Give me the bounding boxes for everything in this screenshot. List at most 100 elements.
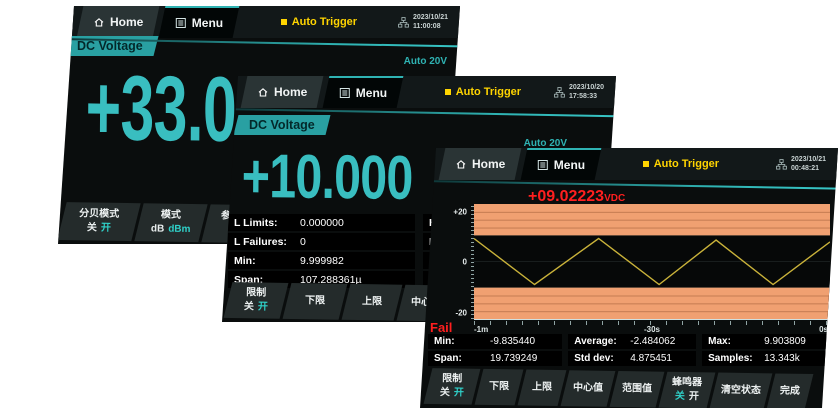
time-value: 00:48:21 (791, 164, 826, 173)
live-reading-value: +09.02223 (528, 188, 604, 205)
option-on[interactable]: 开 (101, 223, 111, 234)
tab-home-label: Home (472, 157, 505, 171)
mode-badge: DC Voltage (234, 115, 331, 135)
option-off[interactable]: 关 (675, 391, 685, 402)
y-tick-zero: 0 (463, 258, 467, 267)
option-on[interactable]: 开 (258, 301, 268, 312)
stat-samples: Samples:13.343k (702, 351, 830, 366)
tab-menu-label: Menu (192, 16, 223, 30)
trigger-bullet-icon (281, 19, 287, 25)
menu-icon (537, 159, 549, 171)
stat-min: Min:-9.835440 (428, 334, 562, 349)
button-high-limit[interactable]: 上限 (518, 370, 567, 406)
datetime: 2023/10/20 17:58:33 (554, 76, 604, 108)
tab-home-label: Home (110, 15, 143, 29)
x-tick-mid: -30s (644, 325, 660, 334)
mode-badge-label: DC Voltage (249, 118, 315, 132)
button-limit[interactable]: 限制 关开 (224, 282, 289, 319)
button-limit-title: 限制 (438, 372, 466, 386)
lan-icon (554, 87, 565, 98)
stat-l-limits: L Limits:0.000000 (228, 214, 415, 231)
option-db[interactable]: dB (151, 223, 165, 234)
time-value: 17:58:33 (569, 92, 604, 101)
button-limit-title: 限制 (242, 286, 270, 300)
button-db-mode[interactable]: 分贝模式 关开 (57, 202, 140, 241)
stat-stddev: Std dev:4.875451 (568, 351, 696, 366)
lan-icon (398, 17, 409, 28)
header-separator (420, 180, 838, 190)
tab-menu[interactable]: Menu (323, 76, 404, 108)
date-value: 2023/10/21 (791, 155, 826, 164)
tab-home[interactable]: Home (77, 6, 160, 38)
trigger-bullet-icon (643, 161, 649, 167)
button-low-limit[interactable]: 下限 (283, 283, 348, 320)
y-axis: +20 0 -20 (448, 204, 474, 334)
tab-menu-label: Menu (356, 86, 387, 100)
button-clear-status[interactable]: 清空状态 (710, 373, 773, 410)
range-indicator: Auto 20V (524, 138, 567, 149)
tab-bar: Home Menu Auto Trigger 2023/10/21 00:48:… (420, 148, 838, 180)
status-badge: Fail (430, 320, 452, 335)
main-reading: +33.0 (85, 62, 236, 156)
tab-menu-label: Menu (554, 158, 585, 172)
trigger-label: Auto Trigger (654, 158, 719, 170)
button-db-mode-title: 分贝模式 (79, 207, 119, 222)
home-icon (455, 158, 467, 170)
option-off[interactable]: 关 (87, 222, 97, 233)
statistics-grid: Min:-9.835440 Average:-2.484062 Max:9.90… (428, 334, 830, 366)
lan-icon (776, 159, 787, 170)
menu-icon (339, 87, 351, 99)
x-tick-right: 0s (819, 325, 828, 334)
datetime: 2023/10/21 11:00:08 (398, 6, 448, 38)
x-axis: -1m -30s 0s (474, 320, 830, 334)
tab-home[interactable]: Home (241, 76, 324, 108)
x-tick-left: -1m (474, 325, 488, 334)
live-reading-unit: VDC (604, 193, 625, 204)
option-on[interactable]: 开 (454, 387, 464, 398)
trigger-status: Auto Trigger (445, 76, 521, 108)
button-low-limit[interactable]: 下限 (475, 369, 524, 405)
button-beeper[interactable]: 蜂鸣器 关开 (659, 372, 716, 409)
trigger-status: Auto Trigger (281, 6, 357, 38)
option-dbm[interactable]: dBm (168, 224, 190, 235)
button-mode-title: 模式 (149, 208, 193, 223)
trigger-status: Auto Trigger (643, 148, 719, 180)
button-high-limit[interactable]: 上限 (342, 284, 403, 321)
button-center-value[interactable]: 中心值 (561, 370, 616, 407)
main-reading: +10.000 (242, 146, 413, 210)
stage: Home Menu Auto Trigger 2023/10/21 11:00:… (0, 0, 840, 420)
tab-home-label: Home (274, 85, 307, 99)
trigger-bullet-icon (445, 89, 451, 95)
y-tick-top: +20 (453, 208, 467, 217)
tab-menu[interactable]: Menu (521, 148, 602, 180)
date-value: 2023/10/20 (569, 83, 604, 92)
trend-waveform (474, 204, 830, 319)
button-limit[interactable]: 限制 关开 (424, 368, 481, 405)
option-off[interactable]: 关 (244, 301, 254, 312)
y-tick-bottom: -20 (455, 309, 467, 318)
home-icon (93, 16, 105, 28)
softkey-row: 限制 关开 下限 上限 中心值 范围值 蜂鸣器 关开 清空状态 完成 (428, 368, 810, 410)
stat-max: Max:9.903809 (702, 334, 830, 349)
trend-chart: +20 0 -20 -1m -30s 0s (448, 204, 830, 334)
date-value: 2023/10/21 (413, 13, 448, 22)
tab-bar: Home Menu Auto Trigger 2023/10/21 11:00:… (58, 6, 460, 38)
button-done[interactable]: 完成 (767, 373, 814, 409)
button-mode[interactable]: 模式 dBdBm (134, 203, 207, 242)
dmm-screen-trend-chart: Home Menu Auto Trigger 2023/10/21 00:48:… (420, 148, 838, 408)
datetime: 2023/10/21 00:48:21 (776, 148, 826, 180)
trigger-label: Auto Trigger (456, 86, 521, 98)
stat-min: Min:9.999982 (228, 252, 415, 269)
button-range-value[interactable]: 范围值 (610, 371, 665, 408)
tab-bar: Home Menu Auto Trigger 2023/10/20 17:58:… (222, 76, 616, 108)
tab-menu[interactable]: Menu (159, 6, 240, 38)
time-value: 11:00:08 (413, 22, 448, 31)
home-icon (257, 86, 269, 98)
trigger-label: Auto Trigger (292, 16, 357, 28)
stat-span: Span:19.739249 (428, 351, 562, 366)
option-on[interactable]: 开 (689, 391, 699, 402)
plot-area (474, 204, 830, 320)
tab-home[interactable]: Home (439, 148, 522, 180)
range-indicator: Auto 20V (404, 56, 447, 67)
option-off[interactable]: 关 (440, 387, 450, 398)
